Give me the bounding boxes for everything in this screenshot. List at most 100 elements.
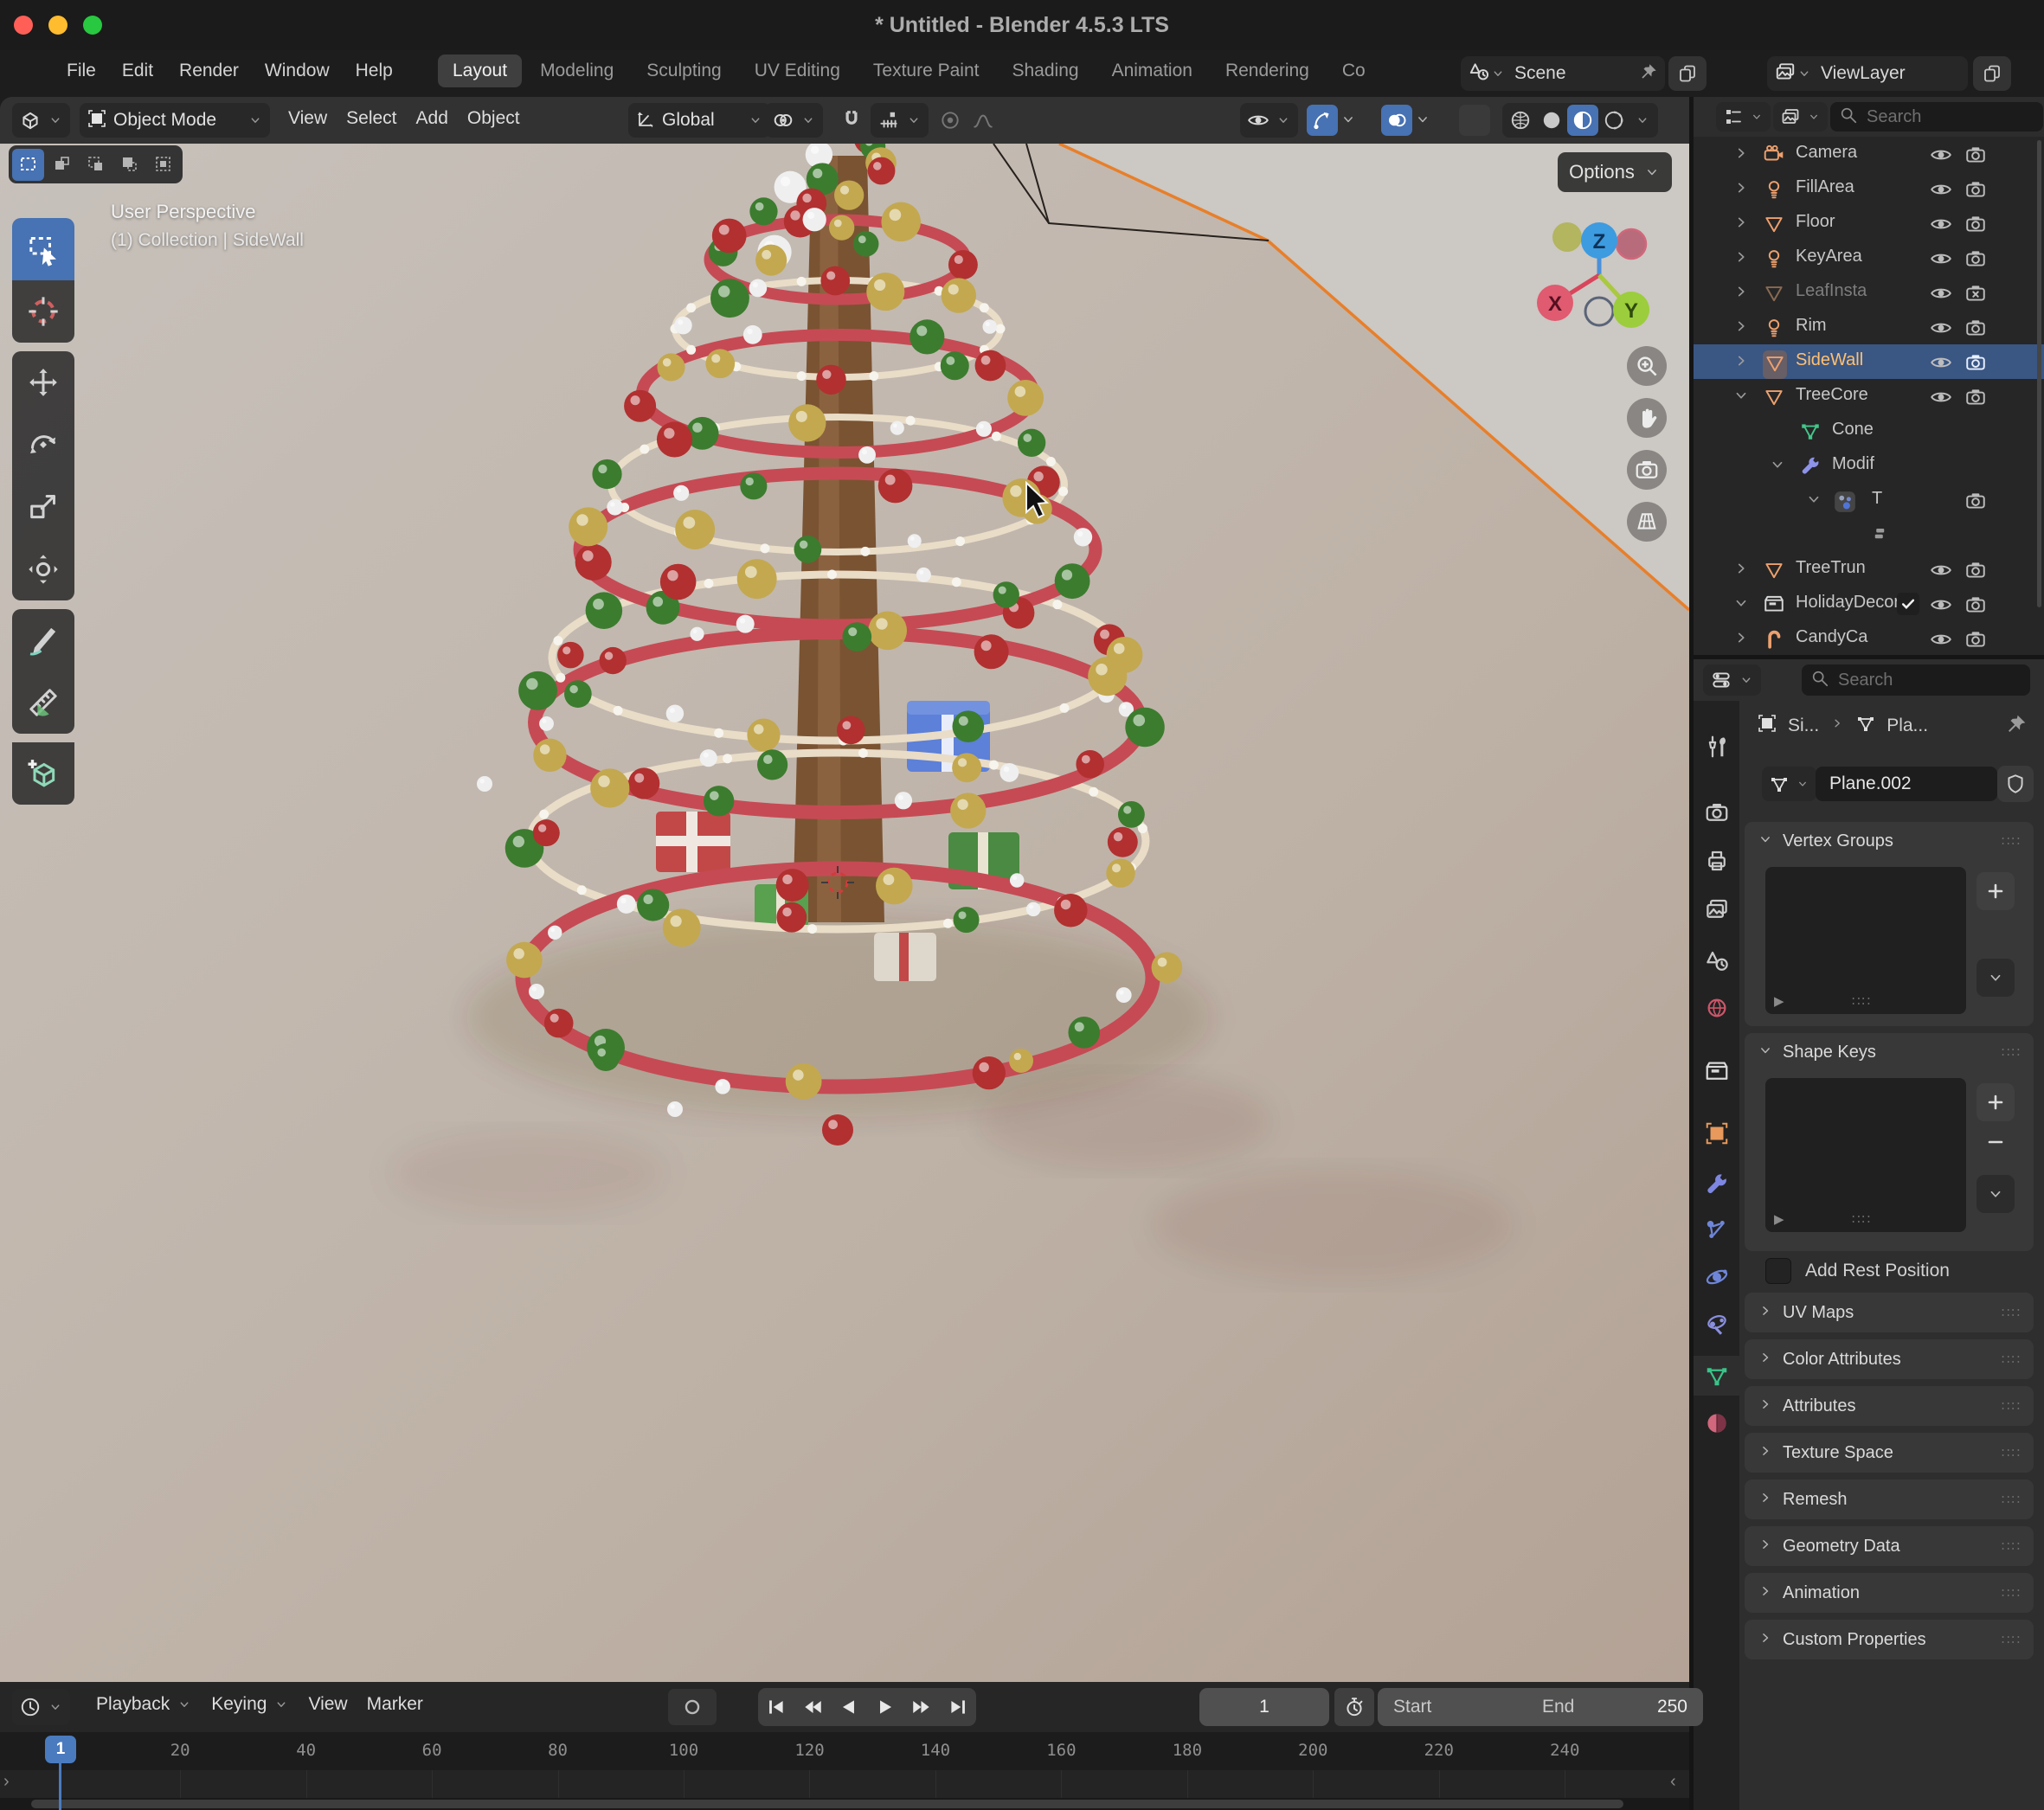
visibility-eye-icon[interactable] (1930, 628, 1952, 655)
menu-render[interactable]: Render (166, 56, 252, 86)
visibility-eye-icon[interactable] (1930, 386, 1952, 413)
menu-file[interactable]: File (54, 56, 109, 86)
chevron-right-icon[interactable] (1732, 559, 1751, 582)
outliner-row-sidewall[interactable]: SideWall (1694, 344, 2044, 379)
tool-scale[interactable] (12, 476, 74, 538)
viewport-menu-select[interactable]: Select (337, 103, 406, 134)
viewport-zoom-button[interactable] (1627, 346, 1667, 386)
collapse-icon[interactable]: ‹ (1670, 1772, 1676, 1792)
select-mode-invert[interactable] (113, 149, 145, 181)
stopwatch-icon[interactable] (1334, 1688, 1374, 1726)
transform-orientation-dropdown[interactable]: Global (628, 103, 770, 138)
workspace-tab-layout[interactable]: Layout (438, 55, 522, 87)
editor-type-button[interactable] (12, 103, 70, 138)
render-visibility-icon[interactable] (1964, 247, 1987, 274)
section-geometry-data[interactable]: Geometry Data∷∷ (1745, 1526, 2034, 1566)
viewport-menu-view[interactable]: View (279, 103, 337, 134)
render-visibility-icon[interactable] (1964, 317, 1987, 343)
outliner-row-fillarea[interactable]: FillArea (1694, 171, 2044, 206)
panel-grip[interactable]: ∷∷ (2002, 1585, 2022, 1601)
section-attributes[interactable]: Attributes∷∷ (1745, 1386, 2034, 1426)
gizmo-axis-z-neg[interactable] (1585, 298, 1613, 325)
properties-tab-material[interactable] (1694, 1403, 1739, 1443)
outliner-row-modif[interactable]: Modif (1694, 448, 2044, 483)
outliner-filter-dropdown[interactable] (1773, 102, 1828, 132)
workspace-tab-shading[interactable]: Shading (997, 55, 1093, 87)
tool-move[interactable] (12, 351, 74, 414)
new-scene-button[interactable] (1668, 56, 1707, 91)
shading-rendered-button[interactable] (1598, 105, 1629, 136)
overlays-dropdown[interactable] (1414, 111, 1431, 128)
workspace-tab-co[interactable]: Co (1327, 55, 1380, 87)
fake-user-shield-button[interactable] (1997, 766, 2034, 802)
chevron-right-icon[interactable] (1732, 144, 1751, 167)
outliner-row-rim[interactable]: Rim (1694, 310, 2044, 344)
properties-editor-type-button[interactable] (1703, 664, 1761, 696)
navigation-gizmo[interactable]: Z X Y (1527, 209, 1674, 361)
timeline-menu-view[interactable]: View (299, 1689, 357, 1720)
shading-wireframe-button[interactable] (1505, 105, 1536, 136)
timeline-editor-type-button[interactable] (12, 1689, 70, 1725)
select-mode-new[interactable] (12, 149, 44, 181)
tool-annotate[interactable] (12, 609, 74, 671)
render-visibility-icon[interactable] (1964, 490, 1987, 517)
remove-shape-key-button[interactable] (1977, 1123, 2015, 1161)
chevron-right-icon[interactable] (1732, 247, 1751, 271)
workspace-tab-texture-paint[interactable]: Texture Paint (858, 55, 994, 87)
outliner-row-cone[interactable]: Cone (1694, 414, 2044, 448)
datablock-name-field[interactable] (1816, 767, 1997, 801)
transport-prev-keyframe-button[interactable] (794, 1688, 831, 1726)
timeline-menu-marker[interactable]: Marker (357, 1689, 433, 1720)
gizmos-toggle[interactable] (1307, 105, 1338, 136)
transport-play-reverse-button[interactable] (831, 1688, 867, 1726)
workspace-tab-rendering[interactable]: Rendering (1211, 55, 1324, 87)
panel-grip[interactable]: ∷∷ (2002, 1398, 2022, 1414)
properties-tab-view-layer[interactable] (1694, 889, 1739, 929)
gizmo-axis-x-neg[interactable] (1617, 229, 1646, 259)
minimize-window-button[interactable] (48, 16, 67, 35)
section-color-attributes[interactable]: Color Attributes∷∷ (1745, 1339, 2034, 1379)
xray-toggle[interactable] (1459, 105, 1490, 136)
add-vertex-group-button[interactable] (1977, 872, 2015, 910)
chevron-down-icon[interactable] (1732, 386, 1751, 409)
outliner-row-leafinsta[interactable]: LeafInsta (1694, 275, 2044, 310)
chevron-right-icon[interactable] (1732, 213, 1751, 236)
viewlayer-selector[interactable]: ViewLayer (1767, 56, 1968, 91)
section-remesh[interactable]: Remesh∷∷ (1745, 1479, 2034, 1519)
breadcrumb-data[interactable]: Pla... (1887, 716, 1928, 736)
shading-dropdown[interactable] (1629, 112, 1655, 128)
workspace-tab-sculpting[interactable]: Sculpting (632, 55, 736, 87)
properties-tab-tool[interactable] (1694, 727, 1739, 767)
gizmo-axis-y-neg[interactable] (1552, 222, 1582, 252)
add-rest-position-checkbox[interactable] (1765, 1258, 1791, 1284)
frame-end-field[interactable]: End 250 (1527, 1688, 1703, 1726)
shape-key-specials-dropdown[interactable] (1977, 1175, 2015, 1213)
scene-selector[interactable]: Scene (1461, 56, 1665, 91)
render-visibility-icon[interactable] (1964, 351, 1987, 378)
panel-grip[interactable]: ∷∷ (2002, 833, 2022, 849)
chevron-down-icon[interactable] (1768, 455, 1787, 478)
outliner-row-treetrun[interactable]: TreeTrun (1694, 552, 2044, 587)
properties-tab-modifiers[interactable] (1694, 1164, 1739, 1203)
properties-tab-object-data[interactable] (1694, 1356, 1739, 1396)
properties-tab-scene[interactable] (1694, 941, 1739, 981)
outliner-row-sub[interactable] (1694, 517, 2044, 552)
render-visibility-icon[interactable] (1964, 628, 1987, 655)
properties-search-input[interactable] (1836, 670, 2022, 691)
workspace-tab-animation[interactable]: Animation (1097, 55, 1207, 87)
properties-tab-physics[interactable] (1694, 1257, 1739, 1297)
mesh-datablock-dropdown[interactable] (1762, 767, 1816, 801)
properties-tab-render[interactable] (1694, 793, 1739, 832)
tool-rotate[interactable] (12, 414, 74, 476)
timeline-menu-playback[interactable]: Playback (87, 1689, 202, 1720)
visibility-eye-icon[interactable] (1930, 213, 1952, 240)
new-viewlayer-button[interactable] (1973, 56, 2011, 91)
section-texture-space[interactable]: Texture Space∷∷ (1745, 1433, 2034, 1473)
chevron-right-icon[interactable] (1732, 282, 1751, 305)
outliner-row-keyarea[interactable]: KeyArea (1694, 241, 2044, 275)
tool-select-box[interactable] (12, 218, 74, 280)
shape-keys-header[interactable]: Shape Keys ∷∷ (1745, 1033, 2034, 1071)
viewlayer-name[interactable]: ViewLayer (1812, 63, 1914, 84)
outliner-row-candyca[interactable]: CandyCa (1694, 621, 2044, 655)
outliner-display-mode-dropdown[interactable] (1716, 102, 1771, 132)
